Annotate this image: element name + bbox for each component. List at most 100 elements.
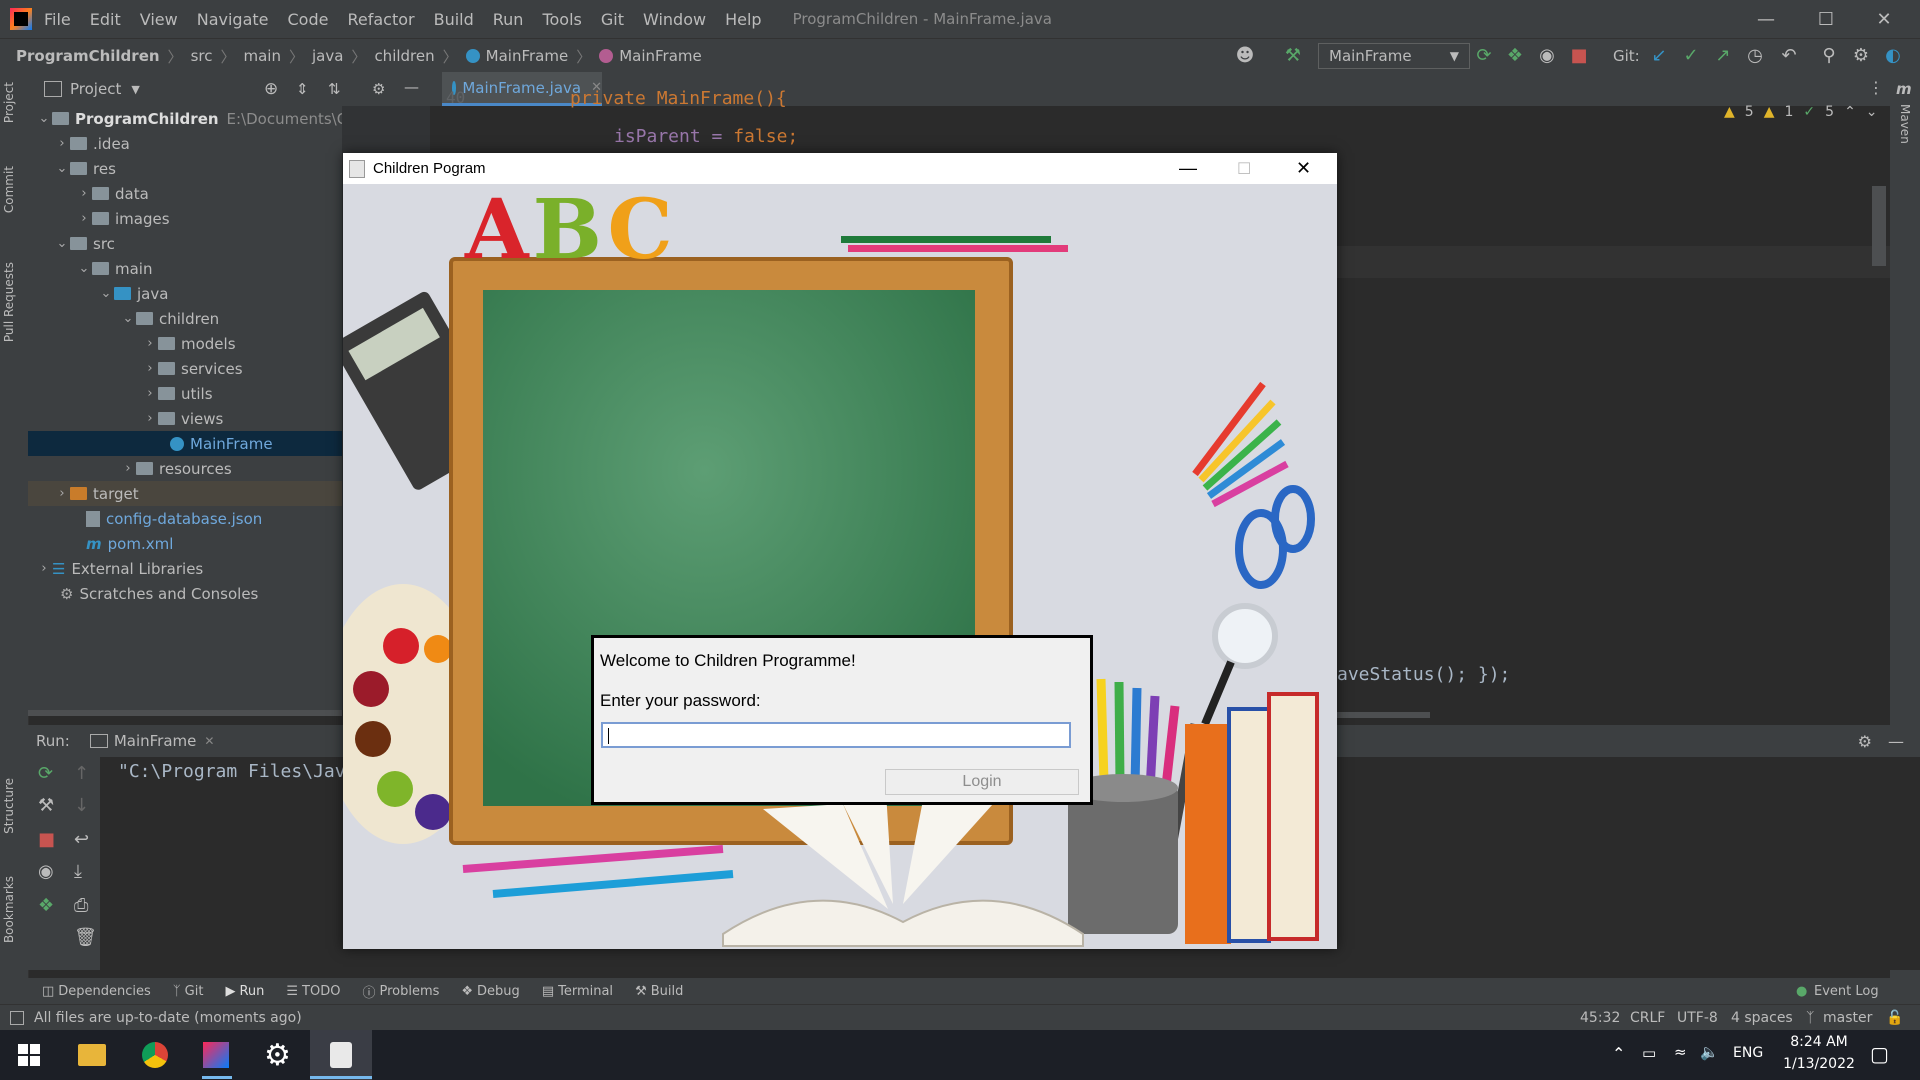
file-explorer-icon[interactable]	[78, 1044, 106, 1066]
soft-wrap-icon[interactable]: ↩	[74, 829, 89, 850]
tree-item-services[interactable]: › services	[142, 356, 242, 381]
windows-start-icon[interactable]	[18, 1044, 40, 1066]
tree-item-mainframe[interactable]: MainFrame	[28, 431, 342, 456]
menu-code[interactable]: Code	[288, 10, 329, 29]
chevron-down-icon[interactable]: ⌄	[1866, 104, 1878, 120]
breadcrumb-children[interactable]: children	[374, 47, 434, 65]
minimize-icon[interactable]: —	[1738, 0, 1794, 38]
trash-icon[interactable]: 🗑	[74, 927, 97, 948]
git-branch[interactable]: master	[1823, 1010, 1872, 1026]
debug-icon[interactable]: ❖	[38, 895, 54, 916]
chevron-down-icon[interactable]: ▼	[131, 83, 139, 96]
tool-tab-run[interactable]: Run	[239, 984, 264, 999]
project-panel-title[interactable]: Project	[70, 80, 121, 98]
hide-panel-icon[interactable]: —	[1888, 732, 1904, 751]
tree-item-config[interactable]: config-database.json	[86, 506, 262, 531]
tree-item-main[interactable]: ⌄ main	[76, 256, 153, 281]
tool-tab-git[interactable]: Git	[185, 984, 204, 999]
chrome-icon[interactable]	[142, 1042, 168, 1068]
chevron-up-icon[interactable]: ⌃	[1612, 1044, 1625, 1063]
wifi-icon[interactable]: ≈	[1674, 1043, 1687, 1061]
hide-panel-icon[interactable]: —	[404, 78, 419, 96]
dialog-title-bar[interactable]: Children Pogram — ☐ ✕	[343, 153, 1337, 184]
commit-tool-tab[interactable]: Commit	[2, 166, 16, 213]
line-separator[interactable]: CRLF	[1630, 1010, 1665, 1026]
breadcrumb-java[interactable]: java	[312, 47, 343, 65]
toggle-panels-icon[interactable]	[10, 1011, 24, 1025]
breadcrumb-class[interactable]: MainFrame	[486, 47, 569, 65]
minimize-icon[interactable]: —	[1179, 158, 1197, 179]
menu-tools[interactable]: Tools	[542, 10, 581, 29]
git-update-icon[interactable]: ↙	[1648, 45, 1670, 67]
tree-item-res[interactable]: ⌄ res	[54, 156, 116, 181]
tree-item-views[interactable]: › views	[142, 406, 223, 431]
breadcrumb-project[interactable]: ProgramChildren	[16, 47, 160, 65]
horizontal-scrollbar[interactable]	[28, 710, 342, 716]
clock-time[interactable]: 8:24 AM	[1784, 1034, 1854, 1050]
password-field[interactable]	[601, 722, 1071, 748]
project-tool-tab[interactable]: Project	[2, 82, 16, 123]
tree-item-idea[interactable]: › .idea	[54, 131, 130, 156]
breadcrumb-method[interactable]: MainFrame	[619, 47, 702, 65]
tree-item-resources[interactable]: › resources	[120, 456, 231, 481]
java-app-taskbar-button[interactable]	[310, 1030, 372, 1080]
breadcrumb-src[interactable]: src	[191, 47, 213, 65]
settings-icon[interactable]: ⚙	[1850, 45, 1872, 67]
menu-help[interactable]: Help	[725, 10, 761, 29]
tree-item-utils[interactable]: › utils	[142, 381, 212, 406]
search-icon[interactable]: ⚲	[1818, 45, 1840, 67]
menu-edit[interactable]: Edit	[90, 10, 121, 29]
notifications-icon[interactable]: ▢	[1870, 1042, 1889, 1066]
tool-tab-terminal[interactable]: Terminal	[558, 984, 613, 999]
menu-git[interactable]: Git	[601, 10, 624, 29]
tree-item-models[interactable]: › models	[142, 331, 235, 356]
scroll-to-end-icon[interactable]: ⤓	[74, 861, 82, 882]
close-icon[interactable]: ✕	[1856, 0, 1912, 38]
close-icon[interactable]: ✕	[1296, 158, 1311, 179]
menu-run[interactable]: Run	[493, 10, 524, 29]
arrow-up-icon[interactable]: ↑	[74, 763, 89, 784]
tool-tab-problems[interactable]: Problems	[379, 984, 439, 999]
ide-update-icon[interactable]: ◐	[1882, 45, 1904, 67]
chevron-up-icon[interactable]: ⌃	[1844, 104, 1856, 120]
tool-tab-debug[interactable]: Debug	[477, 984, 520, 999]
clock-date[interactable]: 1/13/2022	[1780, 1056, 1858, 1072]
login-button[interactable]: Login	[885, 769, 1079, 795]
history-icon[interactable]: ◷	[1744, 45, 1766, 67]
event-log-tab[interactable]: Event Log	[1814, 984, 1879, 999]
print-icon[interactable]: ⎙	[74, 895, 88, 916]
breadcrumb-main[interactable]: main	[243, 47, 280, 65]
tree-item-children[interactable]: ⌄ children	[120, 306, 220, 331]
battery-icon[interactable]: ▭	[1642, 1044, 1656, 1062]
caret-position[interactable]: 45:32	[1580, 1010, 1620, 1026]
rerun-icon[interactable]: ⟳	[1473, 45, 1495, 67]
menu-navigate[interactable]: Navigate	[197, 10, 269, 29]
locate-icon[interactable]: ⊕	[264, 79, 278, 99]
tree-item-external-libraries[interactable]: › ☰ External Libraries	[36, 556, 203, 581]
pull-requests-tool-tab[interactable]: Pull Requests	[2, 262, 16, 342]
menu-window[interactable]: Window	[643, 10, 706, 29]
tool-tab-dependencies[interactable]: Dependencies	[58, 984, 151, 999]
intellij-taskbar-icon[interactable]	[203, 1042, 229, 1068]
bookmarks-tool-tab[interactable]: Bookmarks	[2, 876, 16, 943]
wrench-icon[interactable]: ⚒	[38, 795, 54, 816]
inspection-widget[interactable]: ▲ 5 ▲ 1 ✓ 5 ⌃ ⌄	[1724, 104, 1878, 120]
tree-item-java[interactable]: ⌄ java	[98, 281, 169, 306]
maven-tool-tab[interactable]: Maven	[1898, 104, 1912, 144]
tool-tab-build[interactable]: Build	[651, 984, 684, 999]
settings-icon[interactable]: ⚙	[372, 80, 385, 98]
debug-icon[interactable]: ❖	[1504, 45, 1526, 67]
settings-icon[interactable]: ⚙	[264, 1038, 291, 1073]
coverage-icon[interactable]: ◉	[1536, 45, 1558, 67]
git-push-icon[interactable]: ↗	[1712, 45, 1734, 67]
lock-icon[interactable]: 🔓	[1886, 1010, 1903, 1026]
language-indicator[interactable]: ENG	[1733, 1045, 1763, 1061]
git-commit-icon[interactable]: ✓	[1680, 45, 1702, 67]
arrow-down-icon[interactable]: ↓	[74, 795, 89, 816]
camera-icon[interactable]: ◉	[38, 861, 54, 882]
stop-icon[interactable]: ■	[1568, 45, 1590, 67]
maximize-icon[interactable]: ☐	[1798, 0, 1854, 38]
indent-setting[interactable]: 4 spaces	[1731, 1010, 1793, 1026]
tree-item-pom[interactable]: m pom.xml	[86, 531, 173, 556]
tree-item-target[interactable]: › target	[28, 481, 342, 506]
